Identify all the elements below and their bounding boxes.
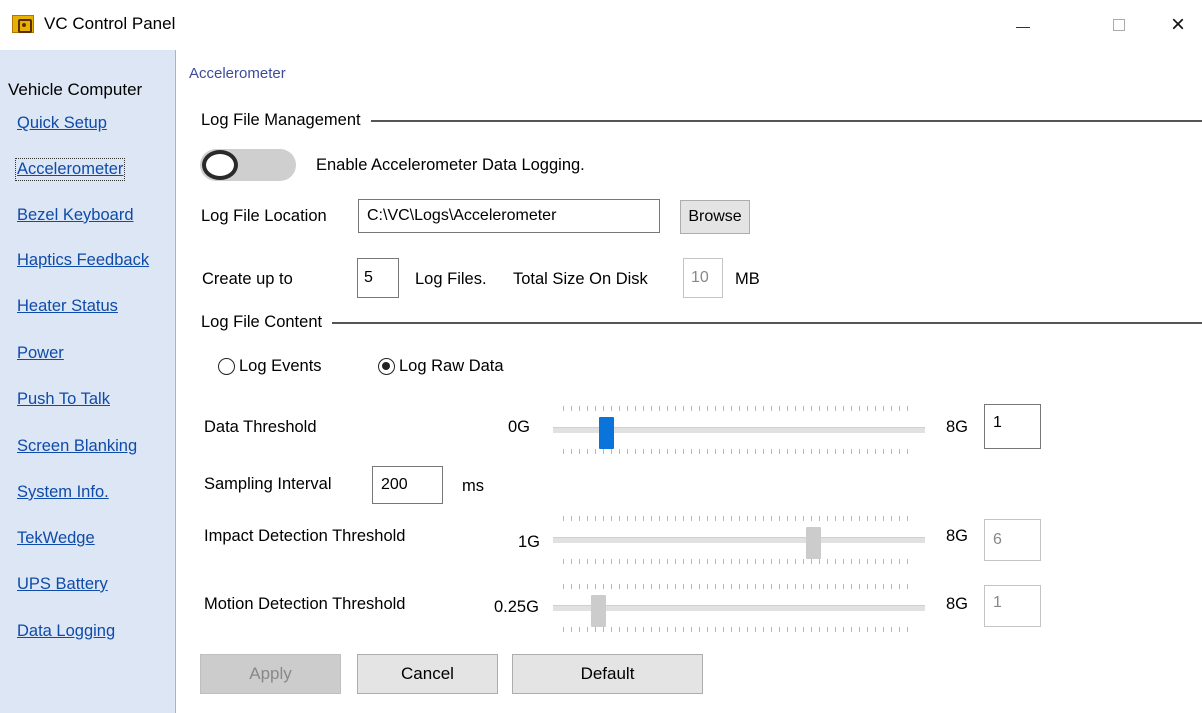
log-file-content-section: Log File Content: [201, 313, 1202, 332]
slider-ticks-top: [563, 406, 915, 411]
close-button[interactable]: ×: [1155, 8, 1201, 42]
sidebar-item-haptics-feedback[interactable]: Haptics Feedback: [17, 251, 149, 270]
slider-ticks-bottom: [563, 449, 915, 454]
sampling-interval-label: Sampling Interval: [204, 475, 332, 493]
impact-threshold-value: 6: [984, 519, 1041, 561]
slider-ticks-bottom: [563, 627, 915, 632]
create-up-to-label: Create up to: [202, 270, 293, 288]
sidebar-item-screen-blanking[interactable]: Screen Blanking: [17, 437, 137, 456]
breadcrumb: Accelerometer: [189, 65, 286, 82]
sidebar-item-ups-battery[interactable]: UPS Battery: [17, 575, 108, 594]
apply-button: Apply: [200, 654, 341, 694]
motion-threshold-value: 1: [984, 585, 1041, 627]
impact-threshold-slider: [553, 512, 925, 568]
motion-threshold-min: 0.25G: [494, 598, 539, 616]
sidebar-item-tekwedge[interactable]: TekWedge: [17, 529, 95, 548]
sidebar: Vehicle Computer: [0, 50, 176, 713]
sidebar-item-accelerometer[interactable]: Accelerometer: [14, 158, 126, 181]
data-threshold-label: Data Threshold: [204, 418, 317, 436]
sidebar-item-push-to-talk[interactable]: Push To Talk: [17, 390, 110, 409]
maximize-button[interactable]: [1096, 8, 1142, 42]
sidebar-item-heater-status[interactable]: Heater Status: [17, 297, 118, 316]
sidebar-item-bezel-keyboard[interactable]: Bezel Keyboard: [17, 206, 134, 225]
slider-ticks-bottom: [563, 559, 915, 564]
title-bar: VC Control Panel ×: [0, 0, 1202, 50]
section-heading: Log File Management: [201, 111, 361, 129]
sidebar-item-quick-setup[interactable]: Quick Setup: [17, 114, 107, 133]
log-events-label: Log Events: [239, 357, 322, 375]
slider-track: [553, 537, 925, 543]
minimize-button[interactable]: [1000, 8, 1046, 42]
slider-thumb[interactable]: [599, 417, 614, 449]
log-location-input[interactable]: C:\VC\Logs\Accelerometer: [358, 199, 660, 233]
slider-ticks-top: [563, 516, 915, 521]
slider-track: [553, 605, 925, 611]
file-count-input[interactable]: 5: [357, 258, 399, 298]
browse-button[interactable]: Browse: [680, 200, 750, 234]
impact-threshold-max: 8G: [946, 527, 969, 545]
sampling-interval-unit: ms: [462, 477, 484, 495]
maximize-icon: [1113, 19, 1125, 31]
data-threshold-value[interactable]: 1: [984, 404, 1041, 449]
cancel-button[interactable]: Cancel: [357, 654, 498, 694]
data-threshold-max: 8G: [946, 418, 969, 436]
enable-logging-toggle[interactable]: [200, 149, 296, 181]
size-unit-label: MB: [735, 270, 760, 288]
slider-thumb: [806, 527, 821, 559]
section-divider: [332, 321, 1202, 324]
total-size-input: 10: [683, 258, 723, 298]
log-location-label: Log File Location: [201, 207, 327, 225]
app-icon: [12, 15, 34, 33]
sidebar-item-power[interactable]: Power: [17, 344, 64, 363]
default-button[interactable]: Default: [512, 654, 703, 694]
data-threshold-min: 0G: [508, 418, 531, 436]
section-divider: [370, 119, 1202, 122]
enable-logging-label: Enable Accelerometer Data Logging.: [316, 156, 585, 174]
data-threshold-slider[interactable]: [553, 402, 925, 458]
close-icon: ×: [1170, 11, 1185, 38]
total-size-label: Total Size On Disk: [513, 270, 648, 288]
motion-threshold-max: 8G: [946, 595, 969, 613]
log-events-radio[interactable]: Log Events: [218, 357, 322, 376]
minimize-icon: [1016, 26, 1030, 28]
radio-unchecked-icon: [218, 358, 235, 375]
log-raw-data-radio[interactable]: Log Raw Data: [378, 357, 504, 376]
sidebar-item-data-logging[interactable]: Data Logging: [17, 622, 115, 641]
toggle-knob: [202, 150, 238, 180]
motion-threshold-slider: [553, 580, 925, 636]
impact-threshold-label: Impact Detection Threshold: [204, 527, 406, 545]
log-raw-data-label: Log Raw Data: [399, 357, 504, 375]
slider-thumb: [591, 595, 606, 627]
section-heading: Log File Content: [201, 313, 323, 331]
slider-ticks-top: [563, 584, 915, 589]
sampling-interval-input[interactable]: 200: [372, 466, 443, 504]
sidebar-heading: Vehicle Computer: [8, 80, 143, 99]
log-files-label: Log Files.: [415, 270, 487, 288]
impact-threshold-min: 1G: [518, 533, 541, 551]
motion-threshold-label: Motion Detection Threshold: [204, 595, 406, 613]
log-file-management-section: Log File Management: [201, 111, 1202, 130]
sidebar-item-system-info[interactable]: System Info.: [17, 483, 109, 502]
window-title: VC Control Panel: [44, 14, 176, 33]
radio-checked-icon: [378, 358, 395, 375]
